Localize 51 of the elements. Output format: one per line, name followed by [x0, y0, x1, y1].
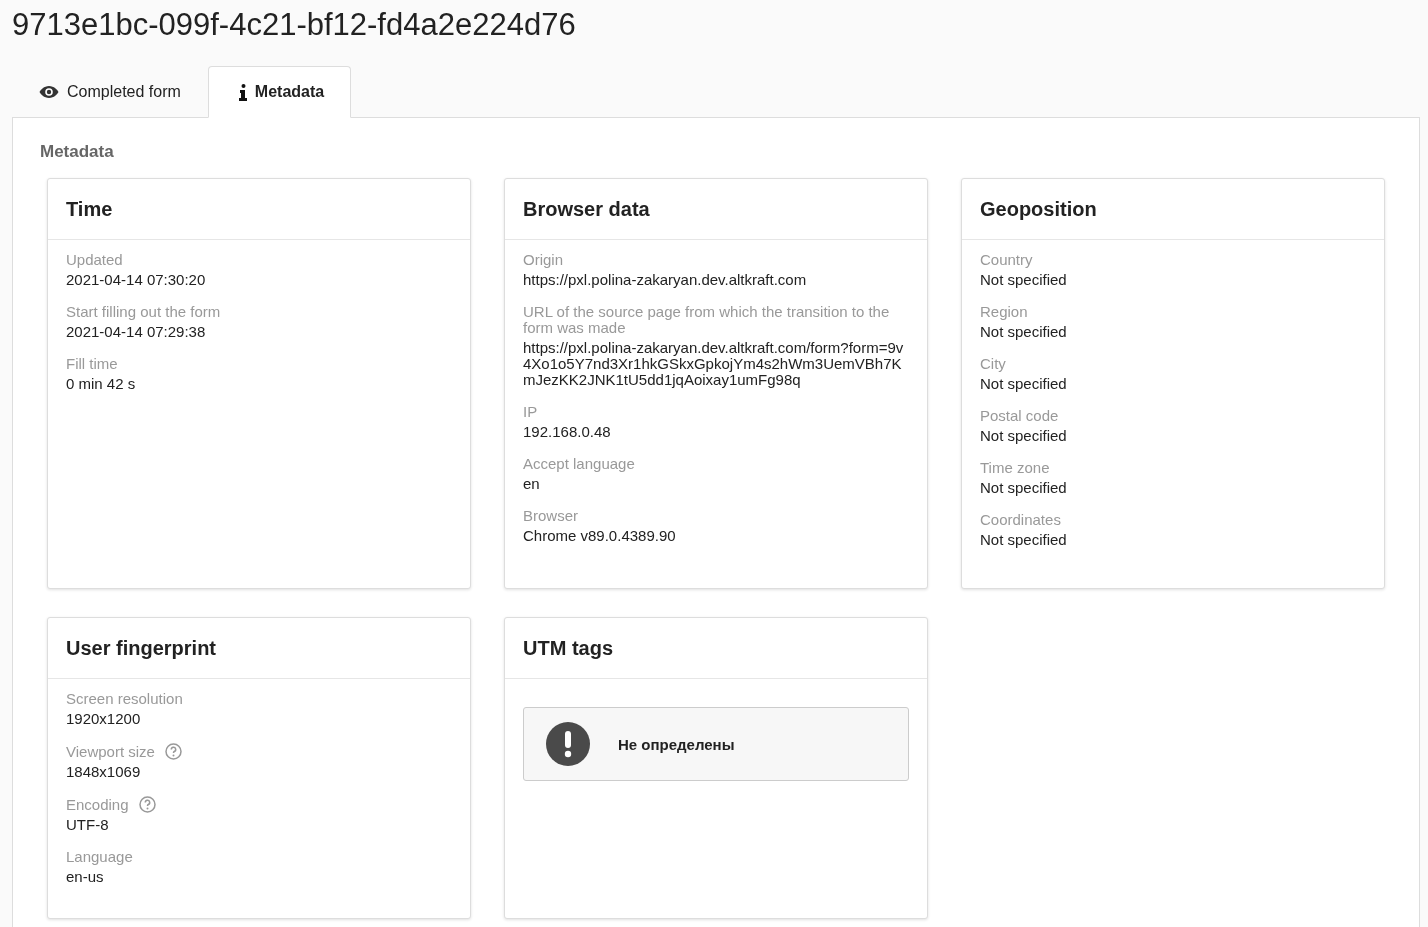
- field-label: Language: [66, 849, 133, 865]
- field-label: Origin: [523, 252, 563, 268]
- field-value: Not specified: [980, 376, 1068, 392]
- field-label: URL of the source page from which the transition to the form was made: [523, 304, 891, 336]
- field-value: 1920x1200: [66, 711, 142, 727]
- field-value: Not specified: [980, 532, 1068, 548]
- field-label: Encoding: [66, 796, 129, 813]
- tab[interactable]: Completed form: [30, 66, 208, 118]
- field-label: IP: [523, 404, 538, 420]
- field-value: https://pxl.polina-zakaryan.dev.altkraft.com/form?form=9v4Xo1o5Y7nd3Xr1hkGSkxGpkojYm4s2hWm3UemVBh7KmJezKK2JNK1tU5dd1jqAoixay1umFg98q: [523, 340, 905, 388]
- help-icon[interactable]: [138, 796, 156, 813]
- card-title: Geoposition: [962, 179, 1384, 240]
- field-label: Browser: [523, 508, 578, 524]
- page-title: 9713e1bc-099f-4c21-bf12-fd4a2e224d76: [12, 6, 577, 44]
- section-title: Metadata: [40, 142, 115, 162]
- info-icon: [238, 83, 247, 101]
- field-label: Start filling out the form: [66, 304, 221, 320]
- field-label: Fill time: [66, 356, 118, 372]
- field-value: Chrome v89.0.4389.90: [523, 528, 677, 544]
- field-value: en: [523, 476, 541, 492]
- card-title: Time: [48, 179, 470, 240]
- card-title: User fingerprint: [48, 618, 470, 679]
- field-value: 2021-04-14 07:30:20: [66, 272, 207, 288]
- field-label: Time zone: [980, 460, 1050, 476]
- field-value: 192.168.0.48: [523, 424, 612, 440]
- field-value: 1848x1069: [66, 764, 142, 780]
- field-value: Not specified: [980, 428, 1068, 444]
- field-label: City: [980, 356, 1006, 372]
- field-value: Not specified: [980, 324, 1068, 340]
- field-label: Country: [980, 252, 1033, 268]
- field-label: Region: [980, 304, 1028, 320]
- notice-text: Не определены: [618, 735, 735, 753]
- field-label: Viewport size: [66, 743, 155, 760]
- field-label: Postal code: [980, 408, 1059, 424]
- field-value: UTF-8: [66, 817, 110, 833]
- card-title: UTM tags: [505, 618, 927, 679]
- field-value: 0 min 42 s: [66, 376, 137, 392]
- field-value: https://pxl.polina-zakaryan.dev.altkraft.com: [523, 272, 808, 288]
- field-label: Updated: [66, 252, 123, 268]
- tab[interactable]: Metadata: [207, 66, 352, 118]
- field-label: Screen resolution: [66, 691, 183, 707]
- field-value: 2021-04-14 07:29:38: [66, 324, 207, 340]
- field-label: Coordinates: [980, 512, 1061, 528]
- field-label: Accept language: [523, 456, 635, 472]
- eye-icon: [39, 85, 59, 99]
- field-value: Not specified: [980, 272, 1068, 288]
- field-value: en-us: [66, 869, 105, 885]
- help-icon[interactable]: [164, 743, 182, 760]
- card-title: Browser data: [505, 179, 927, 240]
- field-value: Not specified: [980, 480, 1068, 496]
- alert-icon: [546, 722, 590, 766]
